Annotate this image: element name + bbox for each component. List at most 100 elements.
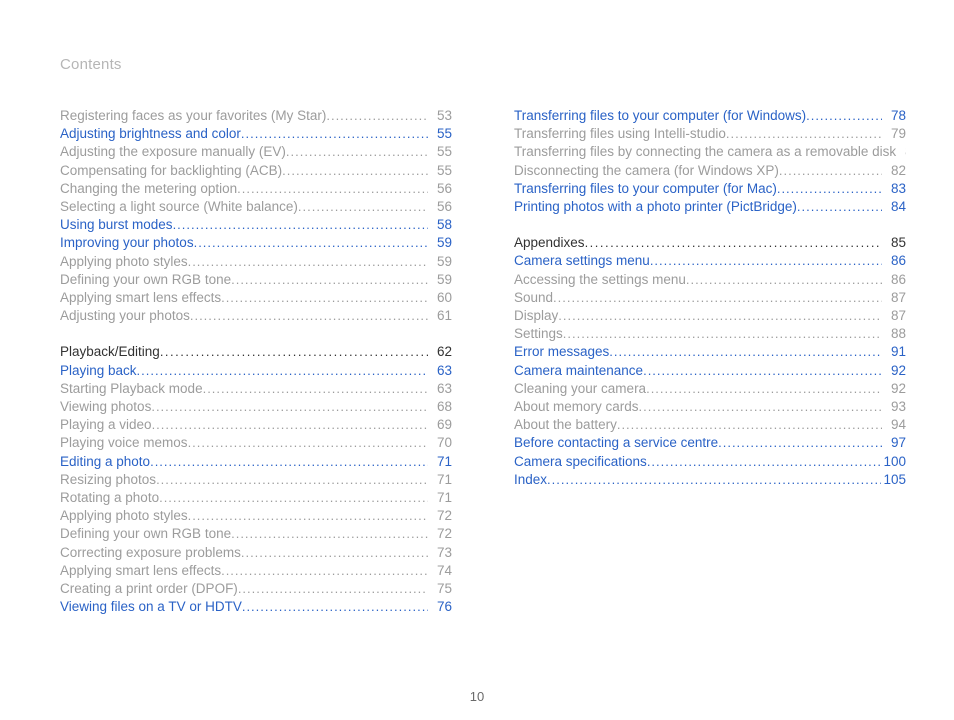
page-header: Contents <box>60 56 894 73</box>
toc-entry-page: 56 <box>428 180 452 198</box>
toc-entry[interactable]: Printing photos with a photo printer (Pi… <box>514 198 906 216</box>
toc-entry-page: 97 <box>882 434 906 452</box>
toc-entry[interactable]: Camera specifications 100 <box>514 453 906 471</box>
toc-entry-label: Resizing photos <box>60 471 156 489</box>
toc-entry-label: Sound <box>514 289 553 307</box>
toc-leader-dots <box>173 216 428 234</box>
toc-entry-page: 59 <box>428 253 452 271</box>
toc-leader-dots <box>806 107 882 125</box>
toc-entry: Adjusting the exposure manually (EV)55 <box>60 143 452 161</box>
toc-entry-label: Correcting exposure problems <box>60 544 241 562</box>
toc-entry-page: 71 <box>428 471 452 489</box>
toc-entry[interactable]: Adjusting brightness and color55 <box>60 125 452 143</box>
toc-entry: Settings88 <box>514 325 906 343</box>
toc-leader-dots <box>188 507 428 525</box>
toc-leader-dots <box>156 471 428 489</box>
toc-leader-dots <box>241 544 428 562</box>
toc-entry[interactable]: Error messages91 <box>514 343 906 361</box>
toc-entry-page: 79 <box>882 125 906 143</box>
toc-entry: Applying smart lens effects74 <box>60 562 452 580</box>
toc-entry-label: About memory cards <box>514 398 639 416</box>
toc-entry: Cleaning your camera92 <box>514 380 906 398</box>
toc-entry-page: 74 <box>428 562 452 580</box>
toc-entry: Viewing photos68 <box>60 398 452 416</box>
toc-entry-label: Transferring files to your computer (for… <box>514 180 777 198</box>
toc-entry-page: 60 <box>428 289 452 307</box>
toc-leader-dots <box>298 198 428 216</box>
toc-entry-label: Starting Playback mode <box>60 380 203 398</box>
toc-entry[interactable]: Viewing files on a TV or HDTV76 <box>60 598 452 616</box>
toc-entry[interactable]: Using burst modes58 <box>60 216 452 234</box>
toc-left-column: Registering faces as your favorites (My … <box>60 107 452 616</box>
toc-entry-label: Camera specifications <box>514 453 647 471</box>
toc-entry-label: Applying photo styles <box>60 253 188 271</box>
toc-entry: Transferring files by connecting the cam… <box>514 143 906 161</box>
toc-entry-page: 84 <box>882 198 906 216</box>
toc-entry-page: 85 <box>882 234 906 252</box>
toc-entry[interactable]: Appendixes85 <box>514 234 906 252</box>
toc-leader-dots <box>190 307 428 325</box>
toc-leader-dots <box>221 289 428 307</box>
toc-entry-page: 73 <box>428 544 452 562</box>
toc-entry: Starting Playback mode63 <box>60 380 452 398</box>
toc-entry-label: Defining your own RGB tone <box>60 525 231 543</box>
toc-entry-page: 81 <box>896 143 906 161</box>
toc-leader-dots <box>643 362 882 380</box>
toc-entry-label: Playing voice memos <box>60 434 188 452</box>
toc-leader-dots <box>650 252 882 270</box>
toc-entry[interactable]: Playback/Editing62 <box>60 343 452 361</box>
toc-entry-label: Camera settings menu <box>514 252 650 270</box>
toc-entry-label: Improving your photos <box>60 234 194 252</box>
toc-entry: Applying photo styles 59 <box>60 253 452 271</box>
toc-entry: Playing voice memos70 <box>60 434 452 452</box>
toc-entry-page: 68 <box>428 398 452 416</box>
toc-entry[interactable]: Camera maintenance 92 <box>514 362 906 380</box>
toc-leader-dots <box>159 489 428 507</box>
toc-entry[interactable]: Camera settings menu86 <box>514 252 906 270</box>
toc-entry-page: 58 <box>428 216 452 234</box>
toc-entry-page: 75 <box>428 580 452 598</box>
toc-entry-page: 72 <box>428 525 452 543</box>
toc-entry[interactable]: Transferring files to your computer (for… <box>514 107 906 125</box>
toc-entry-label: Changing the metering option <box>60 180 237 198</box>
toc-entry[interactable]: Before contacting a service centre 97 <box>514 434 906 452</box>
toc-entry-label: Camera maintenance <box>514 362 643 380</box>
toc-entry[interactable]: Playing back63 <box>60 362 452 380</box>
toc-entry-label: About the battery <box>514 416 617 434</box>
toc-leader-dots <box>203 380 428 398</box>
toc-entry-label: Creating a print order (DPOF) <box>60 580 238 598</box>
toc-entry-label: Before contacting a service centre <box>514 434 718 452</box>
toc-entry: Accessing the settings menu86 <box>514 271 906 289</box>
toc-entry-label: Transferring files to your computer (for… <box>514 107 806 125</box>
toc-entry-page: 82 <box>882 162 906 180</box>
toc-leader-dots <box>326 107 428 125</box>
toc-entry: Defining your own RGB tone59 <box>60 271 452 289</box>
toc-leader-dots <box>686 271 882 289</box>
toc-entry: Changing the metering option 56 <box>60 180 452 198</box>
toc-entry-page: 55 <box>428 125 452 143</box>
toc-entry-page: 56 <box>428 198 452 216</box>
toc-leader-dots <box>647 453 882 471</box>
toc-right-column: Transferring files to your computer (for… <box>514 107 906 616</box>
toc-leader-dots <box>160 343 428 361</box>
toc-entry[interactable]: Improving your photos59 <box>60 234 452 252</box>
toc-entry-page: 78 <box>882 107 906 125</box>
toc-entry[interactable]: Transferring files to your computer (for… <box>514 180 906 198</box>
toc-entry-label: Playback/Editing <box>60 343 160 361</box>
toc-entry[interactable]: Index105 <box>514 471 906 489</box>
toc-leader-dots <box>563 325 882 343</box>
toc-entry-page: 92 <box>882 362 906 380</box>
toc-leader-dots <box>237 180 428 198</box>
toc-entry[interactable]: Editing a photo71 <box>60 453 452 471</box>
toc-entry-page: 92 <box>882 380 906 398</box>
toc-entry: Correcting exposure problems 73 <box>60 544 452 562</box>
toc-entry-page: 100 <box>881 453 906 471</box>
toc-entry: Transferring files using Intelli-studio7… <box>514 125 906 143</box>
toc-entry-page: 76 <box>428 598 452 616</box>
toc-leader-dots <box>646 380 882 398</box>
toc-entry-page: 87 <box>882 307 906 325</box>
toc-leader-dots <box>242 598 428 616</box>
toc-entry-label: Accessing the settings menu <box>514 271 686 289</box>
toc-leader-dots <box>547 471 881 489</box>
toc-leader-dots <box>609 343 882 361</box>
